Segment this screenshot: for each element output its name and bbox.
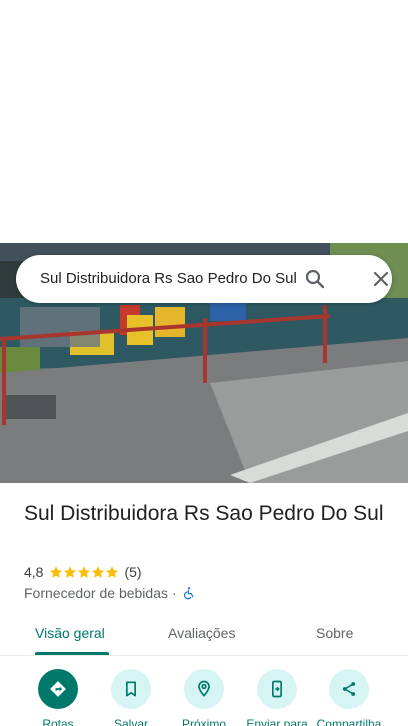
star-icon bbox=[92, 566, 105, 578]
search-icon[interactable] bbox=[303, 267, 327, 291]
search-input[interactable]: Sul Distribuidora Rs Sao Pedro Do Sul bbox=[40, 269, 304, 289]
tab-bar: Visão geral Avaliações Sobre bbox=[0, 612, 408, 656]
map-blank-area bbox=[0, 0, 408, 243]
close-icon[interactable] bbox=[369, 267, 393, 291]
rating-stars bbox=[49, 565, 119, 579]
share-label: Compartilha bbox=[316, 717, 382, 726]
star-icon bbox=[50, 566, 63, 578]
save-button[interactable]: Salvar bbox=[95, 669, 167, 726]
send-to-phone-icon bbox=[257, 669, 297, 709]
active-tab-indicator bbox=[35, 652, 109, 655]
save-label: Salvar bbox=[113, 717, 148, 726]
directions-icon bbox=[38, 669, 78, 709]
send-to-phone-label: Enviar para bbox=[246, 717, 308, 726]
category-row: Fornecedor de bebidas · bbox=[24, 584, 196, 602]
tab-reviews[interactable]: Avaliações bbox=[168, 624, 235, 642]
tab-about[interactable]: Sobre bbox=[316, 624, 353, 642]
tab-overview[interactable]: Visão geral bbox=[35, 624, 105, 642]
nearby-label: Próximo bbox=[181, 717, 226, 726]
bookmark-icon bbox=[111, 669, 151, 709]
wheelchair-icon bbox=[183, 587, 194, 600]
place-category: Fornecedor de bebidas bbox=[24, 585, 168, 601]
action-bar: Rotas Salvar Próximo Enviar para Compart… bbox=[0, 669, 408, 726]
star-icon bbox=[64, 566, 77, 578]
directions-label: Rotas bbox=[42, 717, 74, 726]
nearby-button[interactable]: Próximo bbox=[168, 669, 240, 726]
star-icon bbox=[78, 566, 91, 578]
share-icon bbox=[329, 669, 369, 709]
rating-value: 4,8 bbox=[24, 564, 44, 580]
category-separator: · bbox=[172, 585, 177, 601]
rating-row[interactable]: 4,8 (5) bbox=[24, 563, 142, 581]
review-count[interactable]: (5) bbox=[124, 564, 141, 580]
share-button[interactable]: Compartilha bbox=[313, 669, 385, 726]
place-title: Sul Distribuidora Rs Sao Pedro Do Sul bbox=[24, 502, 384, 525]
search-bar[interactable]: Sul Distribuidora Rs Sao Pedro Do Sul bbox=[16, 255, 392, 303]
send-to-phone-button[interactable]: Enviar para bbox=[241, 669, 313, 726]
nearby-icon bbox=[184, 669, 224, 709]
directions-button[interactable]: Rotas bbox=[22, 669, 94, 726]
star-icon bbox=[106, 566, 119, 578]
